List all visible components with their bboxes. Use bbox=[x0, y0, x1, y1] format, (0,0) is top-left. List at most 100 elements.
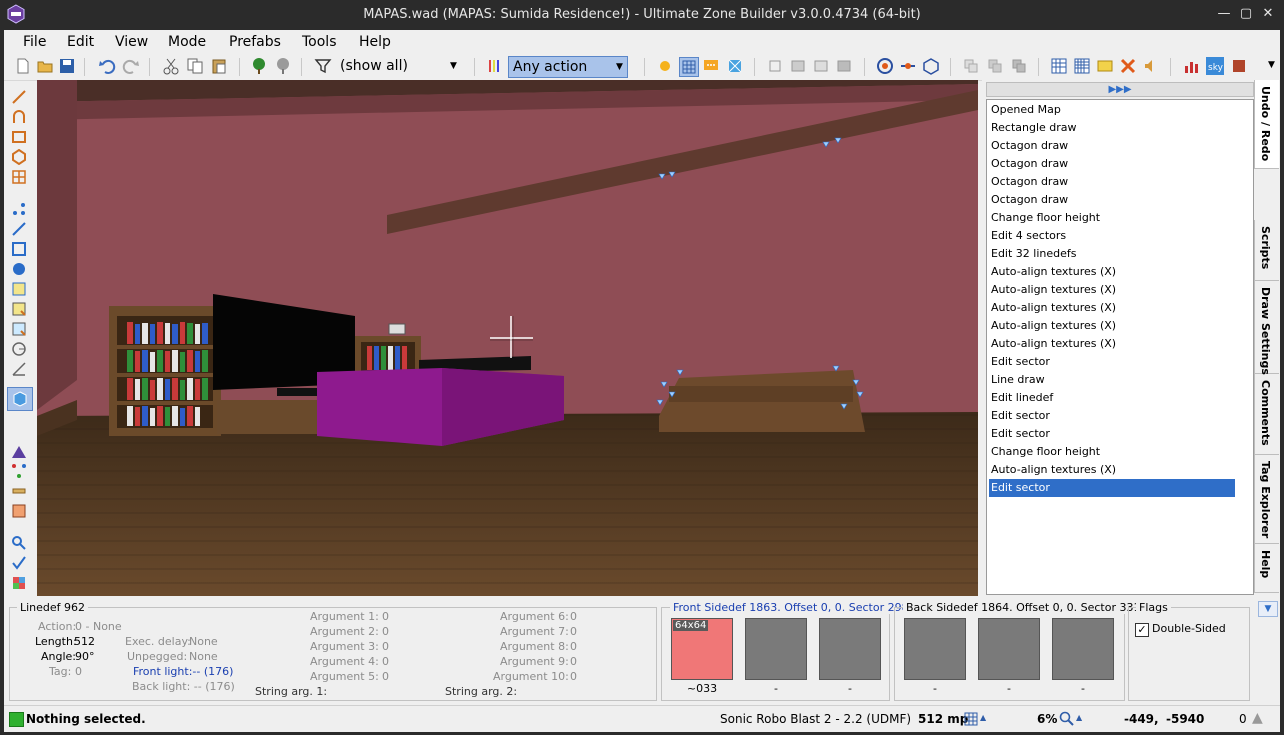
texture-icon[interactable] bbox=[835, 57, 853, 75]
undo-item[interactable]: Octagon draw bbox=[989, 191, 1235, 209]
undo-item[interactable]: Change floor height bbox=[989, 209, 1235, 227]
undo-item[interactable]: Edit linedef bbox=[989, 389, 1235, 407]
tab-draw-settings[interactable]: Draw Settings bbox=[1254, 281, 1279, 375]
color-picker-icon[interactable] bbox=[11, 575, 27, 591]
visual-mode-button[interactable] bbox=[7, 387, 33, 411]
draw-curve-icon[interactable] bbox=[11, 109, 27, 125]
grid-size-icon[interactable] bbox=[964, 712, 978, 726]
menu-mode[interactable]: Mode bbox=[168, 34, 206, 50]
open-map-icon[interactable] bbox=[36, 57, 54, 75]
undo-item[interactable]: Edit sector bbox=[989, 425, 1235, 443]
cut-icon[interactable] bbox=[162, 57, 180, 75]
paste-icon[interactable] bbox=[210, 57, 228, 75]
undo-item[interactable]: Change floor height bbox=[989, 443, 1235, 461]
draw-ellipse-icon[interactable] bbox=[11, 149, 27, 165]
ceiling-icon[interactable] bbox=[812, 57, 830, 75]
paste-props-icon[interactable] bbox=[986, 57, 1004, 75]
sound-icon[interactable] bbox=[1142, 57, 1160, 75]
action-filter-dropdown[interactable]: Any action ▼ bbox=[508, 56, 628, 78]
undo-item[interactable]: Edit 32 linedefs bbox=[989, 245, 1235, 263]
brightness-icon[interactable] bbox=[656, 57, 674, 75]
tab-undo-redo[interactable]: Undo / Redo bbox=[1254, 80, 1279, 169]
sector-edit-icon[interactable] bbox=[11, 281, 27, 297]
maximize-icon[interactable]: ▢ bbox=[1238, 6, 1254, 22]
copy-icon[interactable] bbox=[186, 57, 204, 75]
things-mode-icon[interactable] bbox=[11, 261, 27, 277]
tab-comments[interactable]: Comments bbox=[1254, 374, 1279, 455]
undo-item[interactable]: Octagon draw bbox=[989, 173, 1235, 191]
link-icon[interactable] bbox=[899, 57, 917, 75]
undo-item[interactable]: Octagon draw bbox=[989, 155, 1235, 173]
zoom-icon[interactable] bbox=[1059, 711, 1074, 726]
visplane-icon[interactable] bbox=[11, 341, 27, 357]
find-icon[interactable] bbox=[11, 535, 27, 551]
sky-icon[interactable]: sky bbox=[1206, 57, 1224, 75]
sector-paint-icon[interactable] bbox=[11, 321, 27, 337]
undo-item[interactable]: Auto-align textures (X) bbox=[989, 281, 1235, 299]
fullbright-icon[interactable] bbox=[726, 57, 744, 75]
undo-item[interactable]: Edit sector bbox=[989, 353, 1235, 371]
undo-item[interactable]: Opened Map bbox=[989, 101, 1235, 119]
things-filter-dropdown[interactable]: (show all) ▼ bbox=[340, 56, 460, 76]
visual-3d-viewport[interactable] bbox=[37, 80, 978, 596]
vertices-mode-icon[interactable] bbox=[11, 201, 27, 217]
zoom-up-icon[interactable]: ▲ bbox=[1076, 713, 1082, 722]
grid-icon[interactable] bbox=[1050, 57, 1068, 75]
tab-scripts[interactable]: Scripts bbox=[1254, 220, 1279, 281]
undo-item[interactable]: Edit 4 sectors bbox=[989, 227, 1235, 245]
tag-icon[interactable] bbox=[1096, 57, 1114, 75]
save-map-icon[interactable] bbox=[58, 57, 76, 75]
redo-icon[interactable] bbox=[122, 57, 140, 75]
close-icon[interactable]: ✕ bbox=[1260, 6, 1276, 22]
front-lower-texture[interactable] bbox=[819, 618, 881, 680]
tab-tag-explorer[interactable]: Tag Explorer bbox=[1254, 455, 1279, 544]
new-map-icon[interactable] bbox=[14, 57, 32, 75]
back-lower-texture[interactable] bbox=[1052, 618, 1114, 680]
grid-up-icon[interactable]: ▲ bbox=[980, 713, 986, 722]
target-icon[interactable] bbox=[876, 57, 894, 75]
check-map-icon[interactable] bbox=[11, 555, 27, 571]
undo-icon[interactable] bbox=[98, 57, 116, 75]
grid-toggle-icon[interactable] bbox=[679, 57, 699, 77]
bridge-icon[interactable] bbox=[11, 483, 27, 499]
back-upper-texture[interactable] bbox=[904, 618, 966, 680]
measure-icon[interactable] bbox=[11, 361, 27, 377]
cross-icon[interactable] bbox=[1119, 57, 1137, 75]
undo-item-selected[interactable]: Edit sector bbox=[989, 479, 1235, 497]
undo-item[interactable]: Line draw bbox=[989, 371, 1235, 389]
filter-icon[interactable] bbox=[314, 57, 332, 75]
toolbar-overflow-icon[interactable]: ▼ bbox=[1268, 60, 1275, 70]
fog-icon[interactable] bbox=[1230, 57, 1248, 75]
double-sided-checkbox[interactable]: ✓ bbox=[1135, 623, 1149, 637]
minimize-icon[interactable]: — bbox=[1216, 6, 1232, 22]
menu-tools[interactable]: Tools bbox=[302, 34, 337, 50]
undo-item[interactable]: Auto-align textures (X) bbox=[989, 299, 1235, 317]
linedef-colors-icon[interactable] bbox=[486, 57, 504, 75]
menu-prefabs[interactable]: Prefabs bbox=[229, 34, 281, 50]
draw-line-icon[interactable] bbox=[11, 89, 27, 105]
undo-item[interactable]: Auto-align textures (X) bbox=[989, 317, 1235, 335]
volume-icon[interactable]: ▲ bbox=[1252, 710, 1263, 726]
menu-view[interactable]: View bbox=[115, 34, 148, 50]
make-sector-icon[interactable] bbox=[11, 301, 27, 317]
nodes-icon[interactable] bbox=[11, 463, 27, 479]
draw-grid-icon[interactable] bbox=[11, 169, 27, 185]
menu-edit[interactable]: Edit bbox=[67, 34, 94, 50]
front-middle-texture[interactable] bbox=[745, 618, 807, 680]
zoom-level[interactable]: 6% bbox=[1037, 712, 1057, 726]
menu-file[interactable]: File bbox=[23, 34, 46, 50]
terrain-icon[interactable] bbox=[11, 443, 27, 459]
sectors-mode-icon[interactable] bbox=[11, 241, 27, 257]
import-icon[interactable] bbox=[11, 503, 27, 519]
undo-item[interactable]: Auto-align textures (X) bbox=[989, 263, 1235, 281]
panel-collapse-button[interactable]: ▶▶▶ bbox=[986, 82, 1254, 97]
copy-props-icon[interactable] bbox=[962, 57, 980, 75]
things-tree-icon[interactable] bbox=[250, 57, 268, 75]
paste-special-icon[interactable] bbox=[1010, 57, 1028, 75]
undo-item[interactable]: Auto-align textures (X) bbox=[989, 461, 1235, 479]
things-model-icon[interactable] bbox=[274, 57, 292, 75]
back-middle-texture[interactable] bbox=[978, 618, 1040, 680]
tab-help[interactable]: Help bbox=[1254, 544, 1279, 593]
grid-size[interactable]: 512 mp bbox=[918, 712, 968, 726]
floor-icon[interactable] bbox=[789, 57, 807, 75]
